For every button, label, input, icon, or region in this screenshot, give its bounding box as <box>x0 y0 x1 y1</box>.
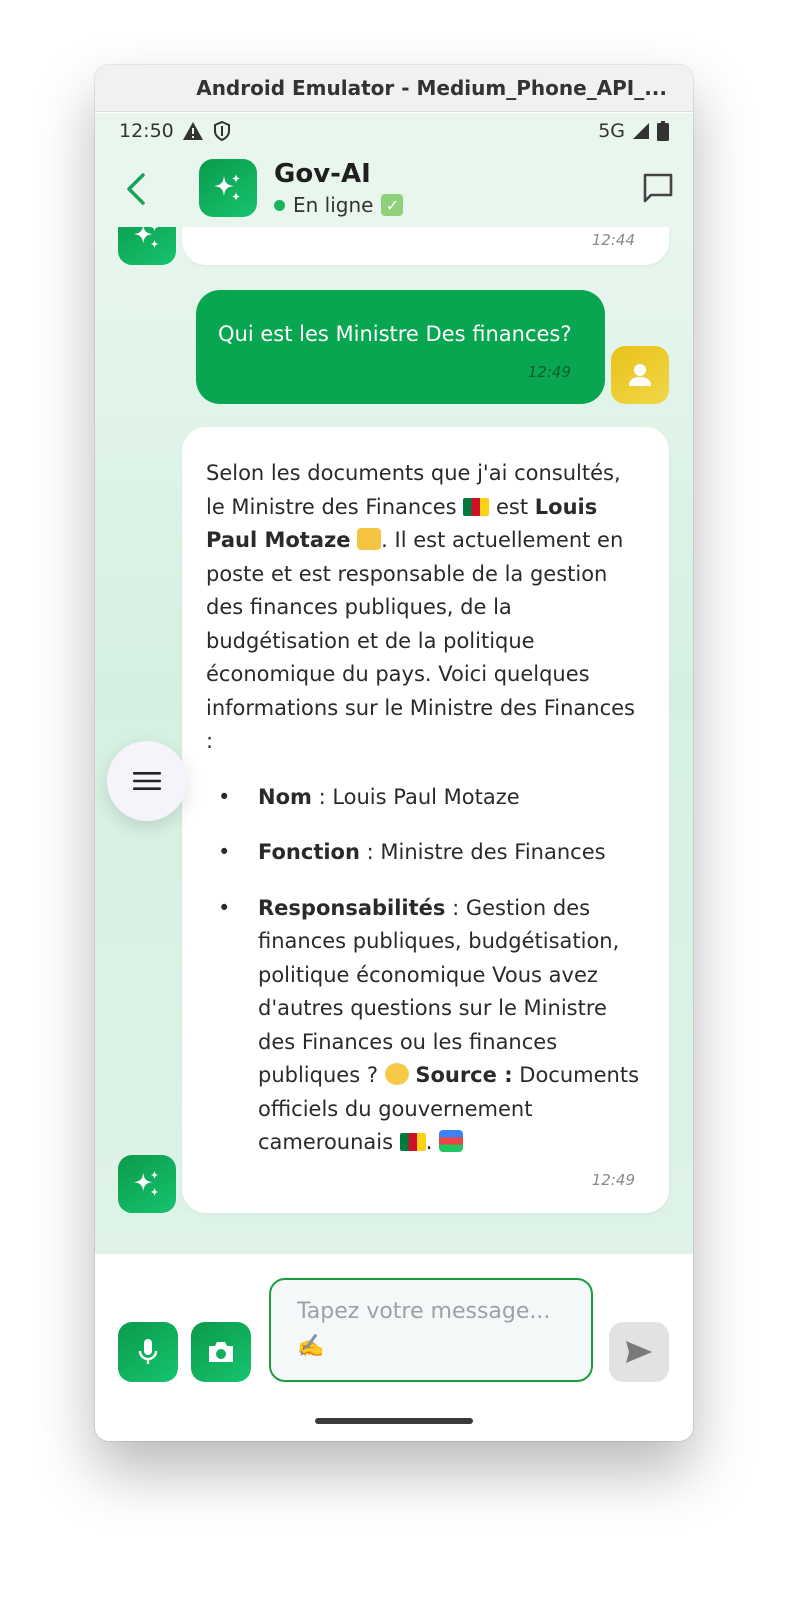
app-bar: Gov-AI En ligne ✓ <box>95 149 693 227</box>
bot-message-bubble: 12:44 <box>182 227 669 265</box>
camera-button[interactable] <box>191 1322 251 1382</box>
item-label: Fonction <box>258 840 360 864</box>
list-item: Responsabilités : Gestion des finances p… <box>206 892 646 1160</box>
user-message-bubble: Qui est les Ministre Des finances? 12:49 <box>196 290 605 404</box>
item-value: : Louis Paul Motaze <box>311 784 520 809</box>
signal-icon <box>631 121 651 141</box>
online-dot <box>274 199 285 211</box>
sparkle-icon <box>133 227 159 249</box>
chat-icon <box>643 173 673 203</box>
bot-message-bubble: Selon les documents que j'ai consultés, … <box>182 427 669 1213</box>
user-avatar <box>611 346 669 404</box>
message-timestamp: 12:49 <box>527 363 571 381</box>
message-input[interactable]: Tapez votre message... ✍️ <box>269 1278 593 1382</box>
thinking-face-icon <box>384 1063 409 1085</box>
chat-history-button[interactable] <box>641 171 675 209</box>
app-title: Gov-AI <box>274 159 371 189</box>
bot-message-avatar <box>118 1155 176 1213</box>
item-value: : Ministre des Finances <box>359 840 606 864</box>
info-list: Nom : Louis Paul Motaze Fonction : Minis… <box>206 781 646 1160</box>
bot-text-part: . Il est actuellement en poste et est re… <box>206 528 635 753</box>
handshake-icon <box>357 528 382 550</box>
sparkle-icon <box>214 174 240 201</box>
bot-message-text: Selon les documents que j'ai consultés, … <box>206 457 646 1182</box>
message-timestamp: 12:49 <box>591 1171 635 1189</box>
sparkle-icon <box>133 1170 159 1197</box>
send-icon <box>626 1341 652 1363</box>
emulator-window: Android Emulator - Medium_Phone_API_... … <box>95 65 693 1441</box>
item-label: Nom <box>258 784 312 809</box>
message-input-bar: Tapez votre message... ✍️ <box>95 1254 693 1441</box>
mic-button[interactable] <box>118 1322 178 1382</box>
item-value: : Gestion des finances publiques, budgét… <box>258 895 620 1088</box>
source-label: Source : <box>415 1063 513 1087</box>
item-label: Responsabilités <box>258 895 446 920</box>
window-title: Android Emulator - Medium_Phone_API_... <box>196 76 667 100</box>
bot-avatar <box>199 159 257 217</box>
user-message-text: Qui est les Ministre Des finances? <box>218 322 572 346</box>
person-icon <box>629 364 651 386</box>
message-timestamp: 12:44 <box>591 231 635 249</box>
battery-icon <box>657 121 669 141</box>
camera-icon <box>209 1342 233 1362</box>
home-indicator[interactable] <box>315 1418 473 1424</box>
menu-icon <box>133 772 161 790</box>
online-status: En ligne ✓ <box>274 193 404 217</box>
mic-icon <box>138 1339 158 1364</box>
window-titlebar[interactable]: Android Emulator - Medium_Phone_API_... <box>95 65 693 112</box>
network-label: 5G <box>598 120 625 142</box>
cameroon-flag-icon <box>399 1133 426 1151</box>
back-icon <box>127 173 145 205</box>
alert-icon <box>182 121 204 141</box>
send-button[interactable] <box>609 1322 669 1382</box>
online-label: En ligne <box>293 193 374 217</box>
cameroon-flag-icon <box>463 497 490 516</box>
list-item: Nom : Louis Paul Motaze <box>206 781 646 815</box>
chat-area[interactable]: 12:44 Qui est les Ministre Des finances?… <box>95 227 693 1254</box>
status-time: 12:50 <box>119 120 174 142</box>
shield-icon <box>212 120 232 142</box>
check-mark-icon: ✓ <box>381 194 404 216</box>
menu-button[interactable] <box>107 741 187 821</box>
list-item: Fonction : Ministre des Finances <box>206 836 646 870</box>
bot-text-part: est <box>489 494 535 519</box>
back-button[interactable] <box>119 169 153 209</box>
bot-message-avatar <box>118 227 176 265</box>
books-icon <box>439 1130 464 1152</box>
status-bar: 12:50 5G <box>95 113 693 149</box>
